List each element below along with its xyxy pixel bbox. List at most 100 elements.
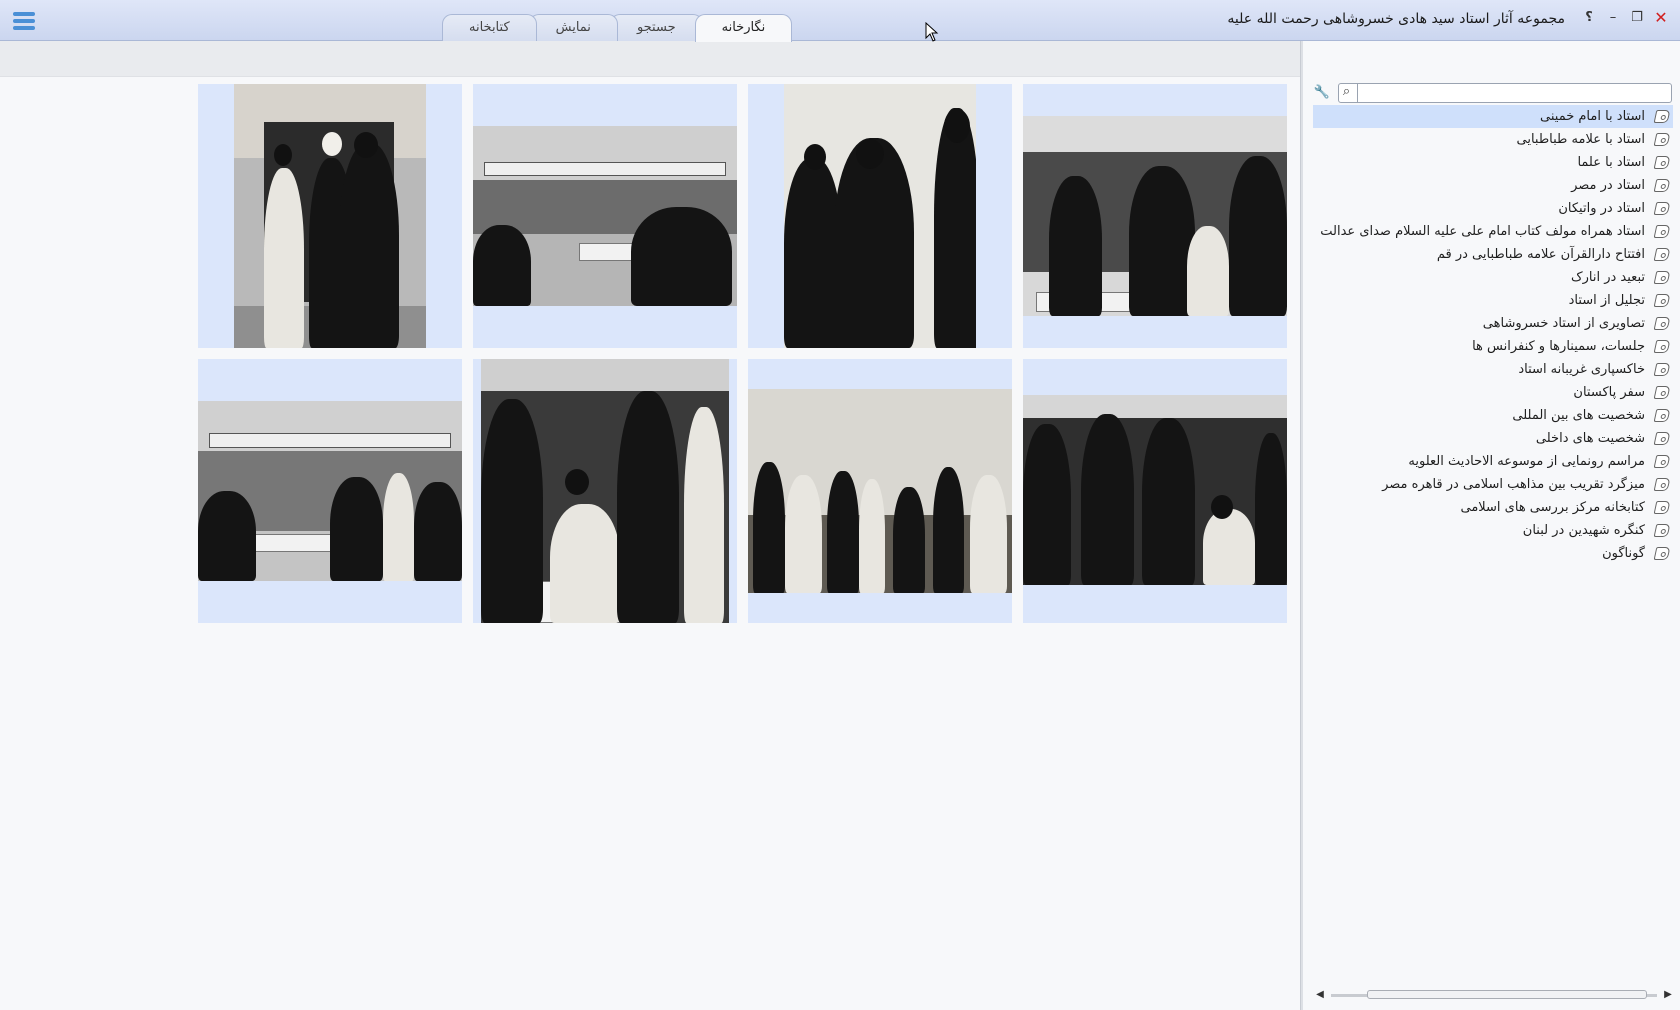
category-item[interactable]: استاد با امام خمینی [1313, 105, 1673, 128]
category-item[interactable]: کنگره شهیدین در لبنان [1313, 519, 1673, 542]
tag-icon [1653, 225, 1671, 238]
search-icon[interactable]: ⌕ [1336, 83, 1358, 103]
tab-gallery[interactable]: نگارخانه [694, 14, 793, 42]
category-label: استاد با علما [1577, 155, 1645, 170]
category-label: استاد در مصر [1571, 178, 1645, 193]
category-item[interactable]: گوناگون [1313, 542, 1673, 565]
tag-icon [1653, 179, 1671, 192]
gallery-thumbnail[interactable] [748, 84, 1012, 348]
category-label: کنگره شهیدین در لبنان [1522, 523, 1645, 538]
category-item[interactable]: افتتاح دارالقرآن علامه طباطبایی در قم [1313, 243, 1673, 266]
gallery-thumbnail[interactable] [473, 359, 737, 623]
mouse-cursor-icon [925, 22, 939, 42]
maximize-icon[interactable]: ❐ [1628, 9, 1646, 27]
category-label: شخصیت های داخلی [1535, 431, 1645, 446]
hamburger-menu-icon[interactable] [13, 12, 35, 32]
category-item[interactable]: میزگرد تقریب بین مذاهب اسلامی در قاهره م… [1313, 473, 1673, 496]
tag-icon [1653, 156, 1671, 169]
category-tree: استاد با امام خمینی استاد با علامه طباطب… [1313, 105, 1673, 565]
tag-icon [1653, 409, 1671, 422]
tab-view[interactable]: نمایش [528, 14, 618, 41]
app-window: نگارخانه جستجو نمایش کتابخانه مجموعه آثا… [0, 0, 1680, 1010]
close-icon[interactable]: ✕ [1652, 9, 1670, 27]
category-item[interactable]: استاد در مصر [1313, 174, 1673, 197]
category-search-input[interactable] [1338, 83, 1672, 103]
title-bar: نگارخانه جستجو نمایش کتابخانه مجموعه آثا… [0, 0, 1680, 42]
tab-search[interactable]: جستجو [609, 14, 703, 41]
photo [1023, 116, 1287, 316]
toolbar-strip [0, 41, 1300, 77]
tag-icon [1653, 340, 1671, 353]
tag-icon [1653, 547, 1671, 560]
gallery-thumbnail[interactable] [198, 84, 462, 348]
tag-icon [1653, 524, 1671, 537]
tab-bar: نگارخانه جستجو نمایش کتابخانه [442, 14, 793, 42]
tag-icon [1653, 432, 1671, 445]
category-label: خاکسپاری غریبانه استاد [1518, 362, 1645, 377]
photo [234, 84, 426, 348]
tag-icon [1653, 271, 1671, 284]
category-item[interactable]: شخصیت های داخلی [1313, 427, 1673, 450]
category-label: تصاویری از استاد خسروشاهی [1482, 316, 1645, 331]
gallery-thumbnail[interactable] [473, 84, 737, 348]
category-item[interactable]: خاکسپاری غریبانه استاد [1313, 358, 1673, 381]
photo [748, 389, 1012, 593]
category-item[interactable]: استاد در واتیکان [1313, 197, 1673, 220]
photo [1023, 395, 1287, 585]
tag-icon [1653, 110, 1671, 123]
category-item[interactable]: تجلیل از استاد [1313, 289, 1673, 312]
photo [198, 401, 462, 581]
category-label: تبعید در انارک [1571, 270, 1645, 285]
help-icon[interactable]: ؟ [1580, 9, 1598, 27]
category-label: استاد با امام خمینی [1540, 109, 1645, 124]
category-label: جلسات، سمینارها و کنفرانس ها [1472, 339, 1645, 354]
gallery-thumbnail[interactable] [748, 359, 1012, 623]
category-label: افتتاح دارالقرآن علامه طباطبایی در قم [1436, 247, 1645, 262]
category-label: کتابخانه مرکز بررسی های اسلامی [1460, 500, 1645, 515]
category-item[interactable]: استاد همراه مولف کتاب امام علی علیه السل… [1313, 220, 1673, 243]
scroll-left-icon[interactable]: ◀ [1313, 988, 1327, 1002]
tag-icon [1653, 317, 1671, 330]
tag-icon [1653, 294, 1671, 307]
gallery-thumbnail[interactable] [1023, 84, 1287, 348]
gallery-thumbnail[interactable] [1023, 359, 1287, 623]
category-label: مراسم رونمایی از موسوعه الاحادیث العلویه [1408, 454, 1645, 469]
category-sidebar: 🔧 ⌕ استاد با امام خمینی استاد با علامه ط… [1303, 41, 1680, 1010]
category-label: میزگرد تقریب بین مذاهب اسلامی در قاهره م… [1382, 477, 1645, 492]
category-label: شخصیت های بین المللی [1512, 408, 1645, 423]
category-item[interactable]: تصاویری از استاد خسروشاهی [1313, 312, 1673, 335]
category-item[interactable]: سفر پاکستان [1313, 381, 1673, 404]
scroll-thumb[interactable] [1367, 990, 1647, 999]
category-item[interactable]: استاد با علما [1313, 151, 1673, 174]
tab-library[interactable]: کتابخانه [442, 14, 537, 41]
tag-icon [1653, 248, 1671, 261]
minimize-icon[interactable]: – [1604, 9, 1622, 27]
tag-icon [1653, 363, 1671, 376]
gallery-thumbnail[interactable] [198, 359, 462, 623]
scroll-right-icon[interactable]: ▶ [1661, 988, 1675, 1002]
category-item[interactable]: استاد با علامه طباطبایی [1313, 128, 1673, 151]
tag-icon [1653, 202, 1671, 215]
tag-icon [1653, 386, 1671, 399]
category-label: استاد با علامه طباطبایی [1516, 132, 1645, 147]
tag-icon [1653, 478, 1671, 491]
category-label: گوناگون [1602, 546, 1645, 561]
category-label: استاد همراه مولف کتاب امام علی علیه السل… [1320, 224, 1645, 239]
photo [784, 84, 976, 348]
window-title: مجموعه آثار استاد سید هادی خسروشاهی رحمت… [1227, 11, 1565, 27]
category-item[interactable]: جلسات، سمینارها و کنفرانس ها [1313, 335, 1673, 358]
category-label: سفر پاکستان [1573, 385, 1645, 400]
tag-icon [1653, 133, 1671, 146]
category-item[interactable]: تبعید در انارک [1313, 266, 1673, 289]
wrench-icon[interactable]: 🔧 [1313, 83, 1331, 103]
photo [473, 126, 737, 306]
category-item[interactable]: کتابخانه مرکز بررسی های اسلامی [1313, 496, 1673, 519]
horizontal-scrollbar[interactable]: ◀ ▶ [1313, 988, 1675, 1002]
tag-icon [1653, 455, 1671, 468]
category-label: تجلیل از استاد [1568, 293, 1645, 308]
category-label: استاد در واتیکان [1558, 201, 1645, 216]
tag-icon [1653, 501, 1671, 514]
category-item[interactable]: شخصیت های بین المللی [1313, 404, 1673, 427]
photo [481, 359, 729, 623]
category-item[interactable]: مراسم رونمایی از موسوعه الاحادیث العلویه [1313, 450, 1673, 473]
